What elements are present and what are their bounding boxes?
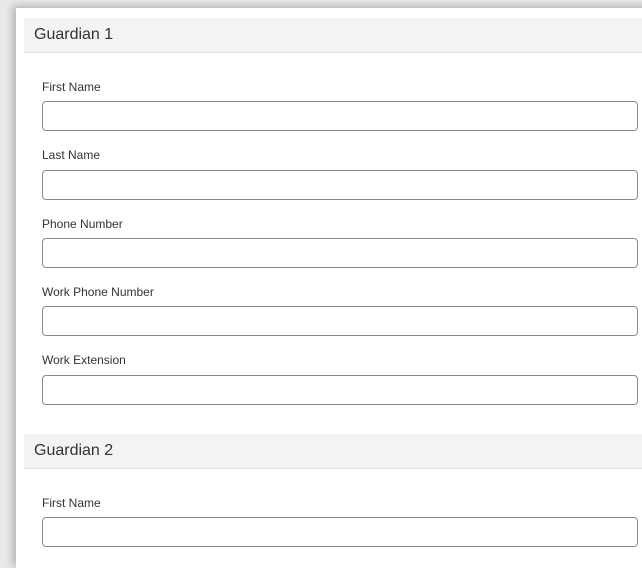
guardian-1-last-name-input[interactable]: [42, 170, 638, 200]
guardian-form-panel: Guardian 1 First Name Last Name Phone Nu…: [16, 8, 642, 568]
guardian-1-work-phone-number-input[interactable]: [42, 306, 638, 336]
guardian-1-work-phone-number-label: Work Phone Number: [42, 285, 154, 299]
guardian-1-header: Guardian 1: [24, 18, 642, 53]
guardian-1-work-extension-label: Work Extension: [42, 353, 126, 367]
guardian-2-first-name-input[interactable]: [42, 517, 638, 547]
guardian-1-first-name-label: First Name: [42, 80, 101, 94]
guardian-1-last-name-label: Last Name: [42, 148, 101, 162]
guardian-2-title: Guardian 2: [34, 442, 114, 459]
guardian-1-phone-number-input[interactable]: [42, 238, 638, 268]
guardian-2-first-name-label: First Name: [42, 496, 101, 510]
guardian-1-phone-number-label: Phone Number: [42, 217, 123, 231]
guardian-2-header: Guardian 2: [24, 434, 642, 469]
guardian-1-first-name-input[interactable]: [42, 101, 638, 131]
guardian-1-work-extension-input[interactable]: [42, 375, 638, 405]
guardian-1-title: Guardian 1: [34, 26, 114, 43]
